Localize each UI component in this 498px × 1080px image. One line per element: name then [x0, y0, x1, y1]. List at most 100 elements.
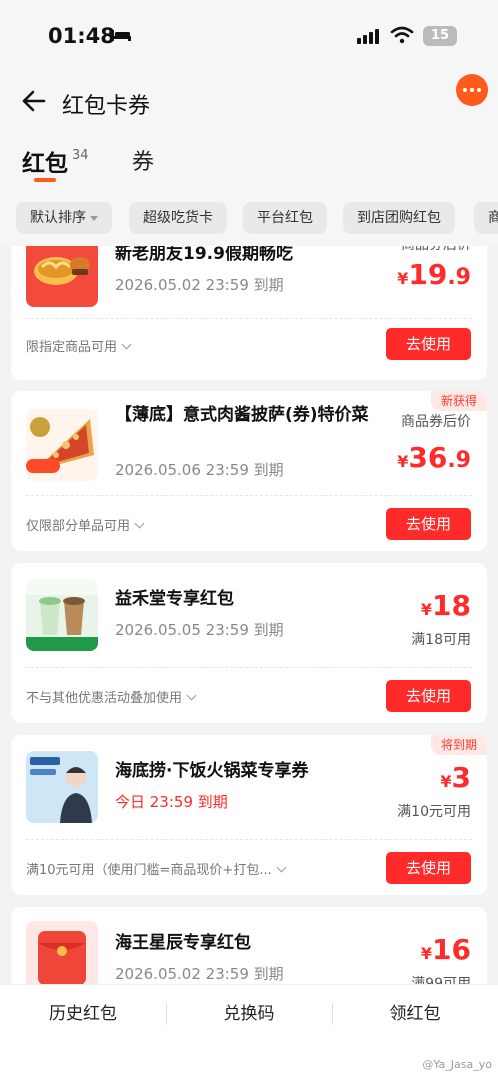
price-integer: 36: [408, 441, 448, 474]
product-thumbnail: [26, 409, 98, 481]
hongbao-name: 海王星辰专享红包: [115, 933, 251, 953]
use-button[interactable]: 去使用: [386, 852, 471, 884]
tab-quan[interactable]: 券: [132, 144, 154, 176]
currency-symbol: ¥: [440, 772, 452, 791]
chevron-down-icon: [121, 339, 132, 350]
filter-sort[interactable]: 默认排序: [16, 202, 112, 234]
dot-icon: [470, 88, 474, 92]
use-button[interactable]: 去使用: [386, 508, 471, 540]
price-decimal: .9: [447, 265, 471, 290]
expiry-date: 2026.05.06 23:59 到期: [115, 461, 284, 479]
dot-icon: [477, 88, 481, 92]
product-thumbnail: [26, 921, 98, 984]
product-thumbnail: [26, 751, 98, 823]
hongbao-card: 新获得 【薄底】意式肉酱披萨(券)特价菜 2026.05.06 23:59 到期…: [11, 391, 487, 551]
product-thumbnail: [26, 246, 98, 307]
hongbao-name: 海底捞·下饭火锅菜专享券: [115, 761, 309, 781]
price: ¥19.9: [397, 258, 471, 291]
filter-instore-group-hongbao[interactable]: 到店团购红包: [343, 202, 455, 234]
expiry-date: 今日 23:59 到期: [115, 793, 228, 811]
usage-note[interactable]: 满10元可用（使用门槛=商品现价+打包...: [26, 859, 287, 878]
chevron-down-icon: [186, 690, 197, 701]
expiring-badge: 将到期: [430, 735, 487, 755]
history-hongbao-button[interactable]: 历史红包: [0, 999, 166, 1024]
usage-note[interactable]: 仅限部分单品可用: [26, 515, 145, 534]
filter-more[interactable]: 商: [474, 202, 498, 234]
pizza-icon: [26, 417, 94, 473]
currency-symbol: ¥: [420, 944, 433, 963]
filter-label: 平台红包: [257, 210, 313, 226]
price: ¥18: [421, 589, 471, 622]
new-badge: 新获得: [430, 391, 487, 411]
watermark: @Ya_Jasa_yo: [422, 1058, 492, 1071]
divider: [26, 318, 472, 319]
milk-tea-icon: [26, 579, 98, 651]
expiry-date: 2026.05.02 23:59 到期: [115, 276, 284, 294]
redeem-code-button[interactable]: 兑换码: [166, 999, 332, 1024]
hongbao-list: 新老朋友19.9假期畅吃 2026.05.02 23:59 到期 商品券后价 ¥…: [0, 246, 498, 984]
page-header: 红包卡券 红包 34 券: [0, 70, 498, 198]
filter-label: 商: [488, 210, 498, 226]
currency-symbol: ¥: [397, 452, 409, 471]
hongbao-card: 海王星辰专享红包 2026.05.02 23:59 到期 ¥16 满99可用: [11, 907, 487, 984]
red-envelope-icon: [38, 931, 86, 984]
chevron-down-icon: [276, 862, 287, 873]
currency-symbol: ¥: [420, 600, 433, 619]
filter-label: 到店团购红包: [357, 210, 441, 226]
currency-symbol: ¥: [397, 269, 409, 288]
price-label: 商品券后价: [401, 246, 471, 254]
usage-note-text: 限指定商品可用: [26, 340, 118, 355]
sleep-mode-icon: [111, 30, 131, 41]
noodle-bowl-icon: [34, 257, 90, 285]
usage-note-text: 满10元可用（使用门槛=商品现价+打包...: [26, 863, 272, 878]
price-label: 商品券后价: [401, 414, 471, 430]
cellular-signal-icon: [357, 29, 379, 44]
use-button[interactable]: 去使用: [386, 328, 471, 360]
min-spend: 满99可用: [411, 976, 471, 984]
usage-note-text: 仅限部分单品可用: [26, 519, 131, 534]
hongbao-name: 新老朋友19.9假期畅吃: [115, 246, 293, 264]
hongbao-card: 新老朋友19.9假期畅吃 2026.05.02 23:59 到期 商品券后价 ¥…: [11, 246, 487, 380]
usage-note[interactable]: 限指定商品可用: [26, 336, 132, 355]
hongbao-name: 【薄底】意式肉酱披萨(券)特价菜: [115, 405, 369, 425]
filter-sort-label: 默认排序: [30, 210, 86, 226]
use-button[interactable]: 去使用: [386, 680, 471, 712]
usage-note-text: 不与其他优惠活动叠加使用: [26, 691, 183, 706]
price: ¥3: [440, 761, 471, 794]
divider: [26, 839, 472, 840]
filter-label: 超级吃货卡: [143, 210, 213, 226]
usage-note[interactable]: 不与其他优惠活动叠加使用: [26, 687, 197, 706]
filter-platform-hongbao[interactable]: 平台红包: [243, 202, 327, 234]
price-integer: 3: [451, 761, 471, 794]
price-integer: 19: [408, 258, 448, 291]
hongbao-name: 益禾堂专享红包: [115, 589, 234, 609]
battery-indicator: 15: [423, 26, 457, 46]
back-arrow-icon[interactable]: [20, 88, 46, 114]
filter-super-foodie-card[interactable]: 超级吃货卡: [129, 202, 227, 234]
price-decimal: .9: [447, 448, 471, 473]
expiry-date: 2026.05.02 23:59 到期: [115, 965, 284, 983]
divider: [26, 667, 472, 668]
hongbao-card: 将到期 海底捞·下饭火锅菜专享券 今日 23:59 到期 ¥3 满10元可用 满…: [11, 735, 487, 895]
page-title: 红包卡券: [62, 94, 151, 119]
wifi-icon: [390, 26, 414, 44]
min-spend: 满10元可用: [397, 804, 471, 820]
more-options-button[interactable]: [456, 74, 488, 106]
price-integer: 18: [432, 589, 471, 622]
expiry-date: 2026.05.05 23:59 到期: [115, 621, 284, 639]
tab-hongbao[interactable]: 红包: [22, 144, 68, 178]
status-bar: 01:48 15: [0, 0, 498, 70]
active-tab-indicator: [34, 178, 56, 182]
price-integer: 16: [432, 933, 471, 966]
price: ¥16: [421, 933, 471, 966]
product-thumbnail: [26, 579, 98, 651]
min-spend: 满18可用: [411, 632, 471, 648]
price: ¥36.9: [397, 441, 471, 474]
hongbao-card: 益禾堂专享红包 2026.05.05 23:59 到期 ¥18 满18可用 不与…: [11, 563, 487, 723]
filter-bar: 默认排序 超级吃货卡 平台红包 到店团购红包 商: [0, 198, 498, 246]
claim-hongbao-button[interactable]: 领红包: [332, 999, 498, 1024]
divider: [26, 495, 472, 496]
chevron-down-icon: [134, 518, 145, 529]
hotpot-promo-icon: [26, 751, 98, 823]
tab-hongbao-count: 34: [72, 148, 89, 163]
